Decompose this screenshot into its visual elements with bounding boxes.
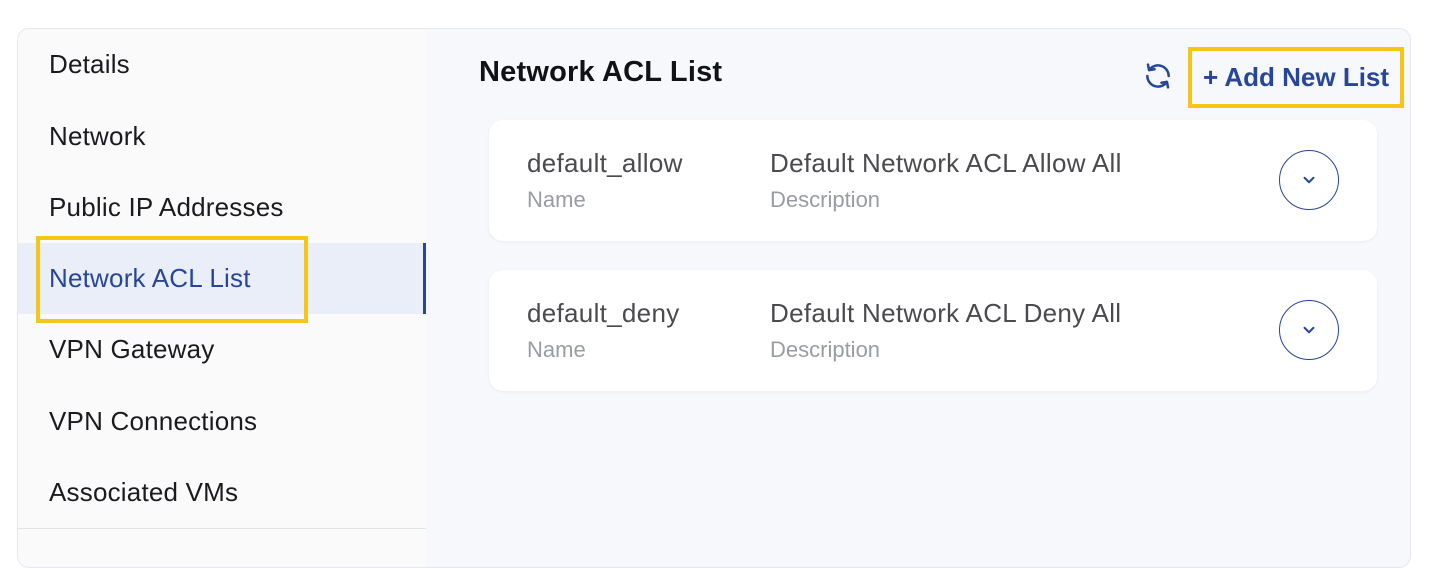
acl-description-field: Default Network ACL Allow All Descriptio… bbox=[770, 148, 1122, 213]
acl-description: Default Network ACL Allow All bbox=[770, 148, 1122, 178]
acl-description-label: Description bbox=[770, 187, 881, 212]
page-title: Network ACL List bbox=[479, 56, 723, 88]
sidebar-item-vpn-gateway[interactable]: VPN Gateway bbox=[18, 314, 426, 385]
sidebar-item-label: VPN Gateway bbox=[49, 334, 215, 364]
acl-name-field: default_allow Name bbox=[527, 148, 683, 213]
sidebar-item-details[interactable]: Details bbox=[18, 29, 426, 100]
sidebar-item-network-acl-list[interactable]: Network ACL List bbox=[18, 243, 426, 314]
acl-list-card: default_deny Name Default Network ACL De… bbox=[489, 270, 1377, 391]
refresh-icon bbox=[1146, 63, 1170, 89]
sidebar-item-associated-vms[interactable]: Associated VMs bbox=[18, 457, 426, 528]
acl-description: Default Network ACL Deny All bbox=[770, 298, 1122, 328]
sidebar-item-label: Public IP Addresses bbox=[49, 192, 284, 222]
acl-description-label: Description bbox=[770, 337, 881, 362]
sidebar-item-public-ip-addresses[interactable]: Public IP Addresses bbox=[18, 172, 426, 243]
acl-name-label: Name bbox=[527, 187, 586, 212]
sidebar-item-label: Network ACL List bbox=[49, 263, 251, 293]
acl-name-field: default_deny Name bbox=[527, 298, 680, 363]
refresh-button[interactable] bbox=[1141, 59, 1175, 93]
acl-name: default_deny bbox=[527, 298, 680, 328]
vpc-detail-panel: Details Network Public IP Addresses Netw… bbox=[17, 28, 1411, 568]
sidebar-item-label: Details bbox=[49, 49, 130, 79]
add-new-list-button[interactable]: + Add New List bbox=[1188, 47, 1404, 108]
acl-name-label: Name bbox=[527, 337, 586, 362]
sidebar-item-label: Network bbox=[49, 121, 146, 151]
chevron-down-icon bbox=[1303, 176, 1315, 184]
expand-button[interactable] bbox=[1279, 300, 1339, 360]
sidebar-item-network[interactable]: Network bbox=[18, 101, 426, 172]
sidebar-divider bbox=[18, 528, 426, 529]
acl-name: default_allow bbox=[527, 148, 683, 178]
acl-list-card: default_allow Name Default Network ACL A… bbox=[489, 120, 1377, 241]
sidebar-item-label: VPN Connections bbox=[49, 406, 258, 436]
sidebar-item-vpn-connections[interactable]: VPN Connections bbox=[18, 386, 426, 457]
acl-description-field: Default Network ACL Deny All Description bbox=[770, 298, 1121, 363]
chevron-down-icon bbox=[1303, 326, 1315, 334]
expand-button[interactable] bbox=[1279, 150, 1339, 210]
sidebar: Details Network Public IP Addresses Netw… bbox=[18, 29, 426, 567]
sidebar-item-label: Associated VMs bbox=[49, 477, 239, 507]
